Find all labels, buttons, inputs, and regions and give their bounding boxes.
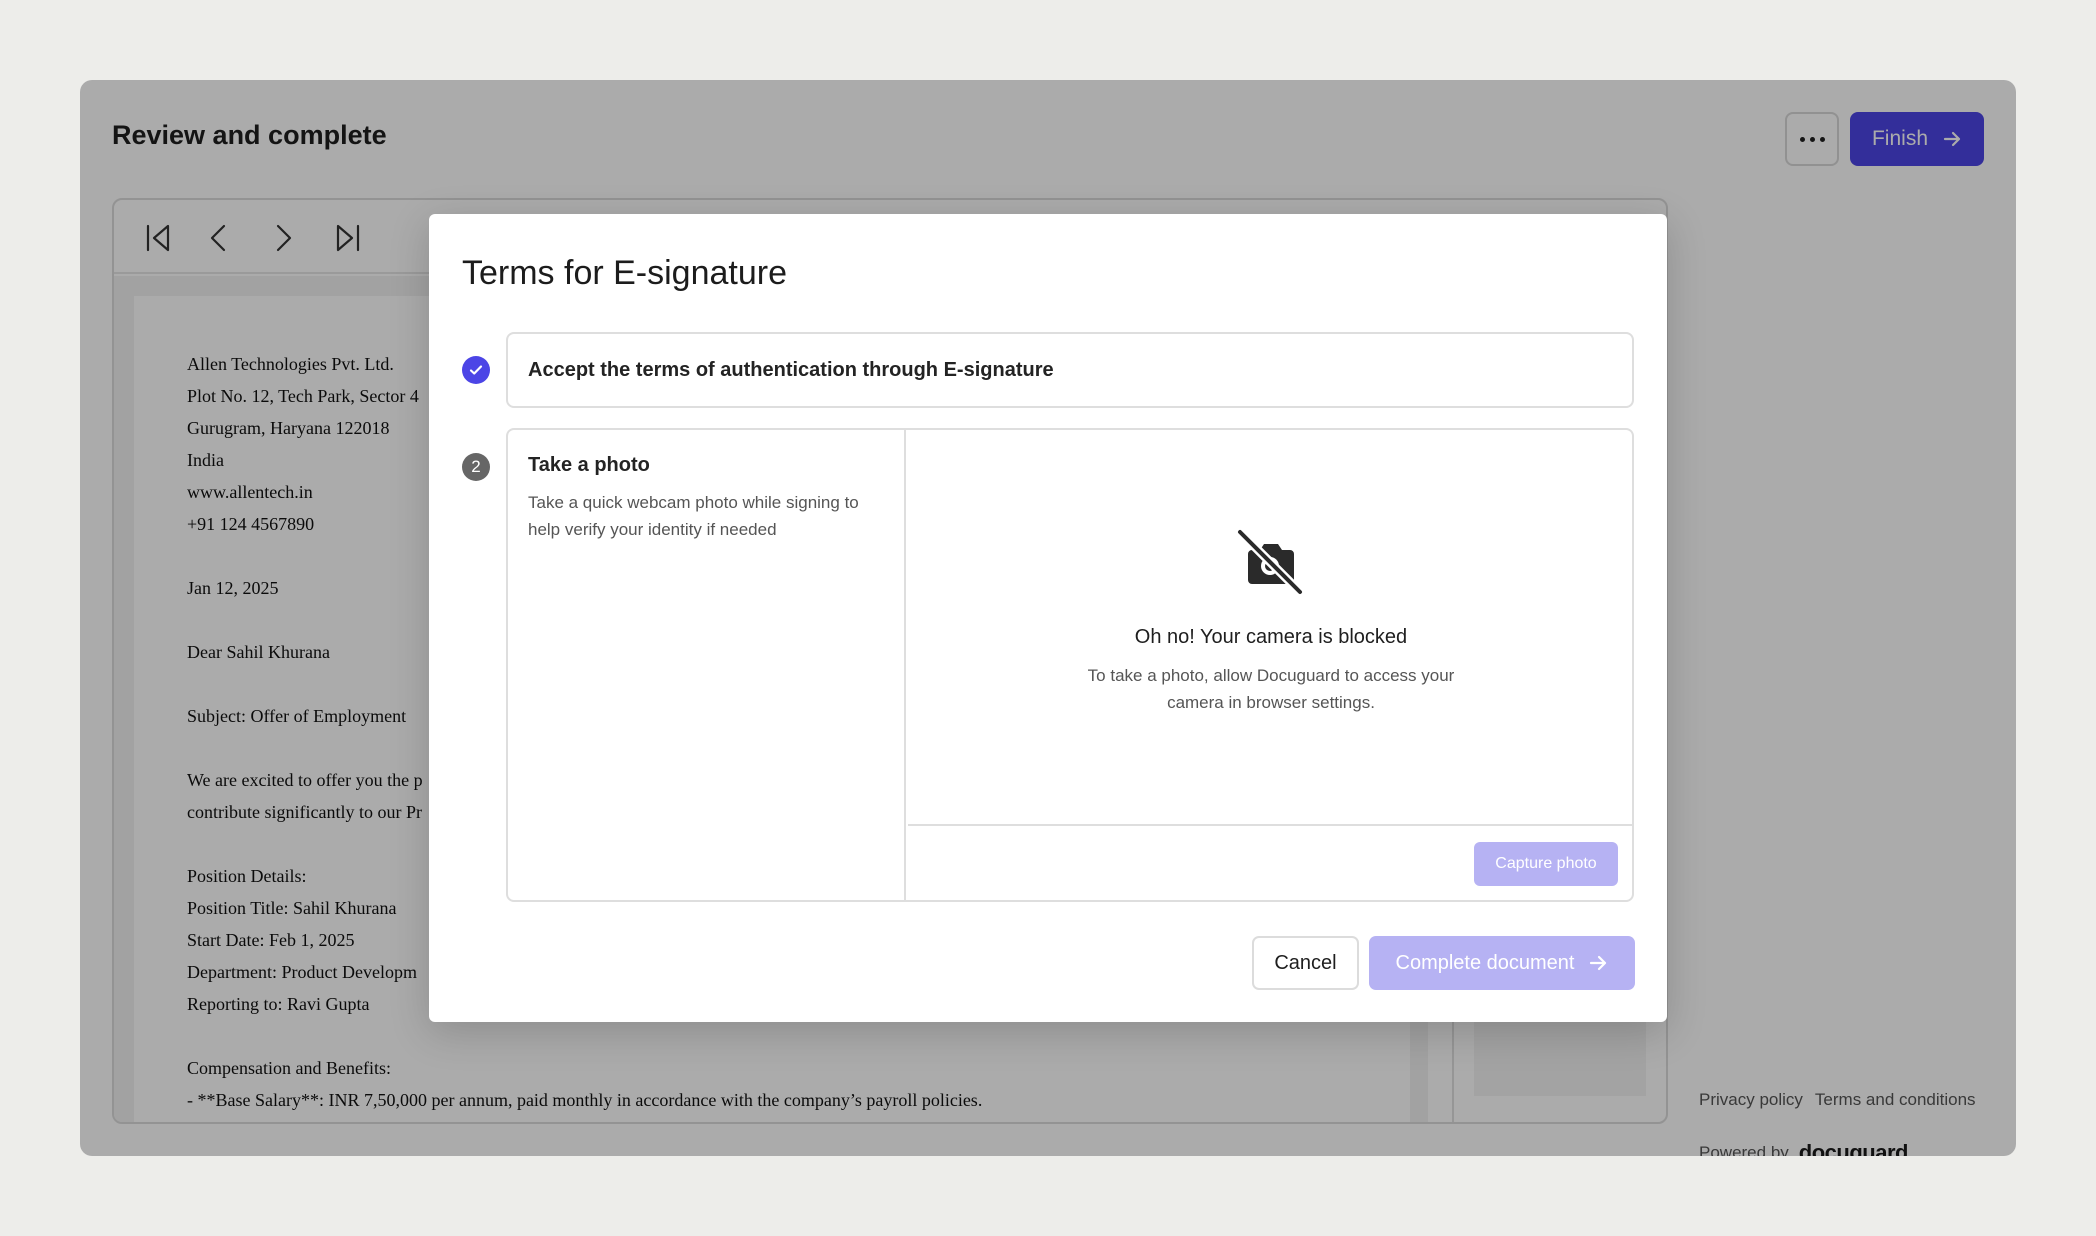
camera-preview: Oh no! Your camera is blocked To take a … <box>908 430 1632 826</box>
capture-photo-button[interactable]: Capture photo <box>1474 842 1618 886</box>
take-photo-description: Take a quick webcam photo while signing … <box>528 493 859 539</box>
camera-blocked-title: Oh no! Your camera is blocked <box>1134 626 1408 648</box>
arrow-right-icon <box>1590 955 1607 971</box>
camera-blocked-description: To take a photo, allow Docuguard to acce… <box>1087 666 1455 712</box>
check-icon <box>469 365 483 375</box>
step2-number: 2 <box>462 453 490 481</box>
e-signature-terms-modal: Terms for E-signature Accept the terms o… <box>429 214 1667 1022</box>
complete-document-label: Complete document <box>1395 951 1575 974</box>
complete-document-button[interactable]: Complete document <box>1369 936 1635 990</box>
cancel-button[interactable]: Cancel <box>1252 936 1359 990</box>
step1-status <box>462 356 490 384</box>
camera-off-icon <box>1235 527 1305 597</box>
take-photo-info: Take a photo Take a quick webcam photo w… <box>508 430 906 900</box>
take-photo-heading: Take a photo <box>528 454 650 476</box>
modal-title: Terms for E-signature <box>462 254 787 292</box>
camera-panel: Oh no! Your camera is blocked To take a … <box>908 430 1632 900</box>
take-photo-step: Take a photo Take a quick webcam photo w… <box>506 428 1634 902</box>
accept-terms-step[interactable]: Accept the terms of authentication throu… <box>506 332 1634 408</box>
accept-terms-label: Accept the terms of authentication throu… <box>528 358 1054 381</box>
